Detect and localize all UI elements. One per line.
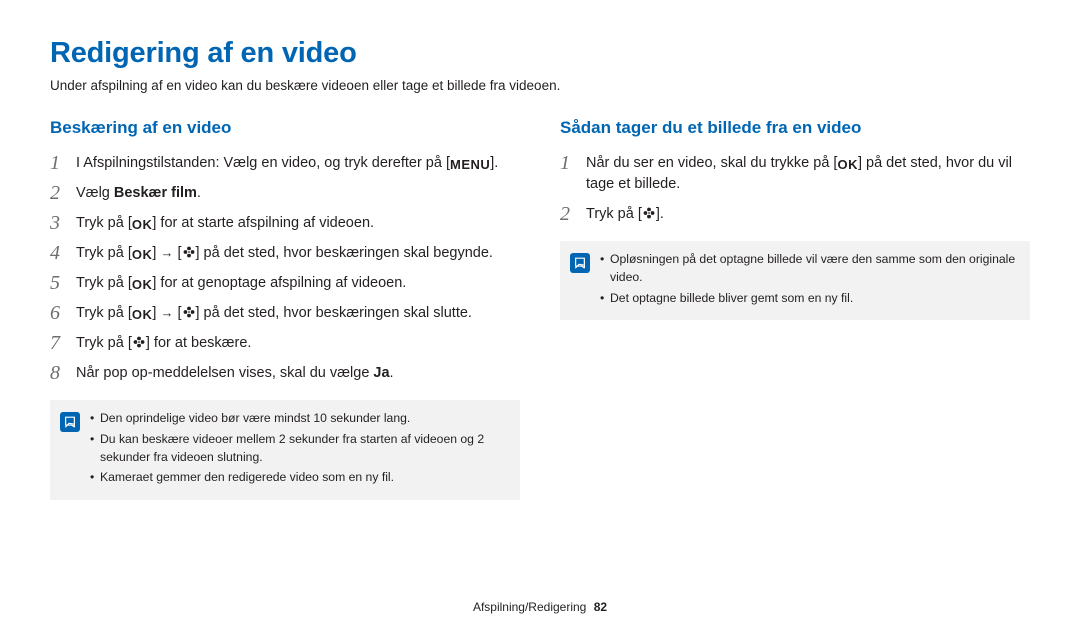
note-icon xyxy=(60,412,80,432)
note-item: Den oprindelige video bør være mindst 10… xyxy=(90,410,506,428)
step: Tryk på [OK] → [] på det sted, hvor besk… xyxy=(50,302,520,324)
note-item: Du kan beskære videoer mellem 2 sekunder… xyxy=(90,431,506,466)
step-text: Tryk på [ xyxy=(76,275,132,291)
step-text: Når pop op-meddelelsen vises, skal du væ… xyxy=(76,365,373,381)
step-text: Tryk på [ xyxy=(76,305,132,321)
step-text: Tryk på [ xyxy=(76,245,132,261)
step-text: . xyxy=(197,185,201,201)
step-text: ] for at starte afspilning af videoen. xyxy=(152,215,374,231)
step: Tryk på [OK] for at genoptage afspilning… xyxy=(50,272,520,294)
right-steps: Når du ser en video, skal du trykke på [… xyxy=(560,152,1030,225)
note-item: Kameraet gemmer den redigerede video som… xyxy=(90,469,506,487)
right-note-list: Opløsningen på det optagne billede vil v… xyxy=(600,251,1016,310)
step-text: ] for at beskære. xyxy=(146,335,252,351)
step-text: ] på det sted, hvor beskæringen skal beg… xyxy=(196,245,493,261)
left-column: Beskæring af en video I Afspilningstilst… xyxy=(50,116,520,501)
step-text: Tryk på [ xyxy=(76,215,132,231)
step-text: Tryk på [ xyxy=(76,335,132,351)
left-heading: Beskæring af en video xyxy=(50,116,520,141)
step-text: ] på det sted, hvor beskæringen skal slu… xyxy=(196,305,472,321)
note-item: Det optagne billede bliver gemt som en n… xyxy=(600,290,1016,308)
flower-icon xyxy=(642,206,656,221)
right-column: Sådan tager du et billede fra en video N… xyxy=(560,116,1030,501)
step-text: [ xyxy=(173,245,181,261)
left-note-box: Den oprindelige video bør være mindst 10… xyxy=(50,400,520,500)
content-columns: Beskæring af en video I Afspilningstilst… xyxy=(50,116,1030,501)
step-text-bold: Ja xyxy=(373,365,389,381)
note-icon xyxy=(570,253,590,273)
step-text: Vælg xyxy=(76,185,114,201)
step-text: ]. xyxy=(656,206,664,222)
left-steps: I Afspilningstilstanden: Vælg en video, … xyxy=(50,152,520,384)
flower-icon xyxy=(132,335,146,350)
step: Når pop op-meddelelsen vises, skal du væ… xyxy=(50,362,520,384)
page-footer: Afspilning/Redigering 82 xyxy=(0,599,1080,616)
step-text-bold: Beskær film xyxy=(114,185,197,201)
right-note-box: Opløsningen på det optagne billede vil v… xyxy=(560,241,1030,320)
flower-icon xyxy=(182,245,196,260)
step: Når du ser en video, skal du trykke på [… xyxy=(560,152,1030,195)
step-text: . xyxy=(390,365,394,381)
arrow-icon: → xyxy=(160,305,173,320)
note-item: Opløsningen på det optagne billede vil v… xyxy=(600,251,1016,286)
step: I Afspilningstilstanden: Vælg en video, … xyxy=(50,152,520,174)
intro-text: Under afspilning af en video kan du besk… xyxy=(50,76,1030,96)
ok-icon: OK xyxy=(132,308,153,323)
step-text: Når du ser en video, skal du trykke på [ xyxy=(586,155,837,171)
step-text: I Afspilningstilstanden: Vælg en video, … xyxy=(76,155,450,171)
step: Tryk på [ ] for at beskære. xyxy=(50,332,520,354)
step: Tryk på [OK] for at starte afspilning af… xyxy=(50,212,520,234)
step: Tryk på []. xyxy=(560,203,1030,225)
page-title: Redigering af en video xyxy=(50,32,1030,74)
ok-icon: OK xyxy=(132,218,153,233)
step-text: [ xyxy=(173,305,181,321)
ok-icon: OK xyxy=(132,248,153,263)
ok-icon: OK xyxy=(132,278,153,293)
step-text: Tryk på [ xyxy=(586,206,642,222)
ok-icon: OK xyxy=(837,158,858,173)
flower-icon xyxy=(182,305,196,320)
arrow-icon: → xyxy=(160,245,173,260)
footer-section: Afspilning/Redigering xyxy=(473,600,586,614)
left-note-list: Den oprindelige video bør være mindst 10… xyxy=(90,410,506,490)
footer-page-number: 82 xyxy=(594,600,607,614)
right-heading: Sådan tager du et billede fra en video xyxy=(560,116,1030,141)
step-text: ] for at genoptage afspilning af videoen… xyxy=(152,275,406,291)
step: Tryk på [OK] → [] på det sted, hvor besk… xyxy=(50,242,520,264)
step-text: ]. xyxy=(490,155,498,171)
step: Vælg Beskær film. xyxy=(50,182,520,204)
menu-icon: MENU xyxy=(450,158,490,173)
